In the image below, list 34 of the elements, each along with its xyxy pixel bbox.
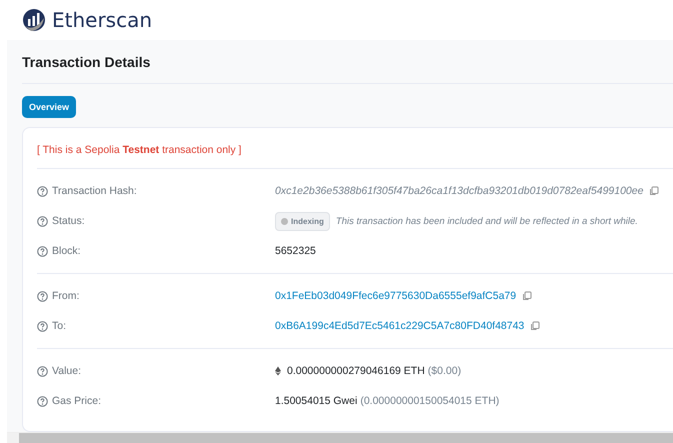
horizontal-scrollbar[interactable]	[7, 432, 673, 443]
overview-tab[interactable]: Overview	[22, 96, 76, 118]
page-title: Transaction Details	[22, 40, 673, 84]
value-usd: ($0.00)	[428, 365, 462, 377]
value-amount: 0.000000000279046169 ETH	[287, 365, 425, 377]
field-label: Block:	[52, 245, 81, 257]
field-value: 5652325	[275, 245, 316, 257]
field-label: Gas Price:	[52, 395, 102, 407]
copy-icon[interactable]	[530, 321, 540, 331]
status-note: This transaction has been included and will be reflected in a short while.	[336, 216, 638, 226]
field-label: Transaction Hash:	[52, 185, 137, 197]
field-value-extra: (0.00000000150054015 ETH)	[360, 395, 500, 407]
transaction-hash: 0xc1e2b36e5388b61f305f47ba26ca1f13dcfba93201db019d0782eaf5499100ee	[275, 185, 644, 197]
help-icon[interactable]	[37, 246, 48, 256]
copy-icon[interactable]	[649, 186, 660, 196]
field-label: From:	[52, 290, 80, 302]
brand-name[interactable]: Etherscan	[52, 8, 152, 32]
help-icon[interactable]	[37, 186, 48, 196]
field-value: 1.50054015 Gwei	[275, 395, 358, 407]
address-link[interactable]: 0xB6A199c4Ed5d7Ec5461c229C5A7c80FD40f48743	[275, 320, 524, 332]
field-label: Status:	[52, 215, 85, 227]
field-label: Value:	[52, 365, 81, 377]
copy-icon[interactable]	[522, 291, 532, 301]
status-badge: Indexing	[275, 212, 330, 230]
logo-icon	[22, 8, 46, 32]
help-icon[interactable]	[37, 396, 48, 406]
field-label: To:	[52, 320, 66, 332]
help-icon[interactable]	[37, 320, 48, 332]
ether-icon	[275, 366, 281, 376]
help-icon[interactable]	[37, 216, 48, 226]
help-icon[interactable]	[37, 366, 48, 376]
help-icon[interactable]	[37, 290, 48, 302]
testnet-notice: [ This is a Sepolia Testnet transaction only ]	[37, 144, 673, 169]
address-link[interactable]: 0x1FeEb03d049Ffec6e9775630Da6555ef9afC5a79	[275, 290, 516, 302]
